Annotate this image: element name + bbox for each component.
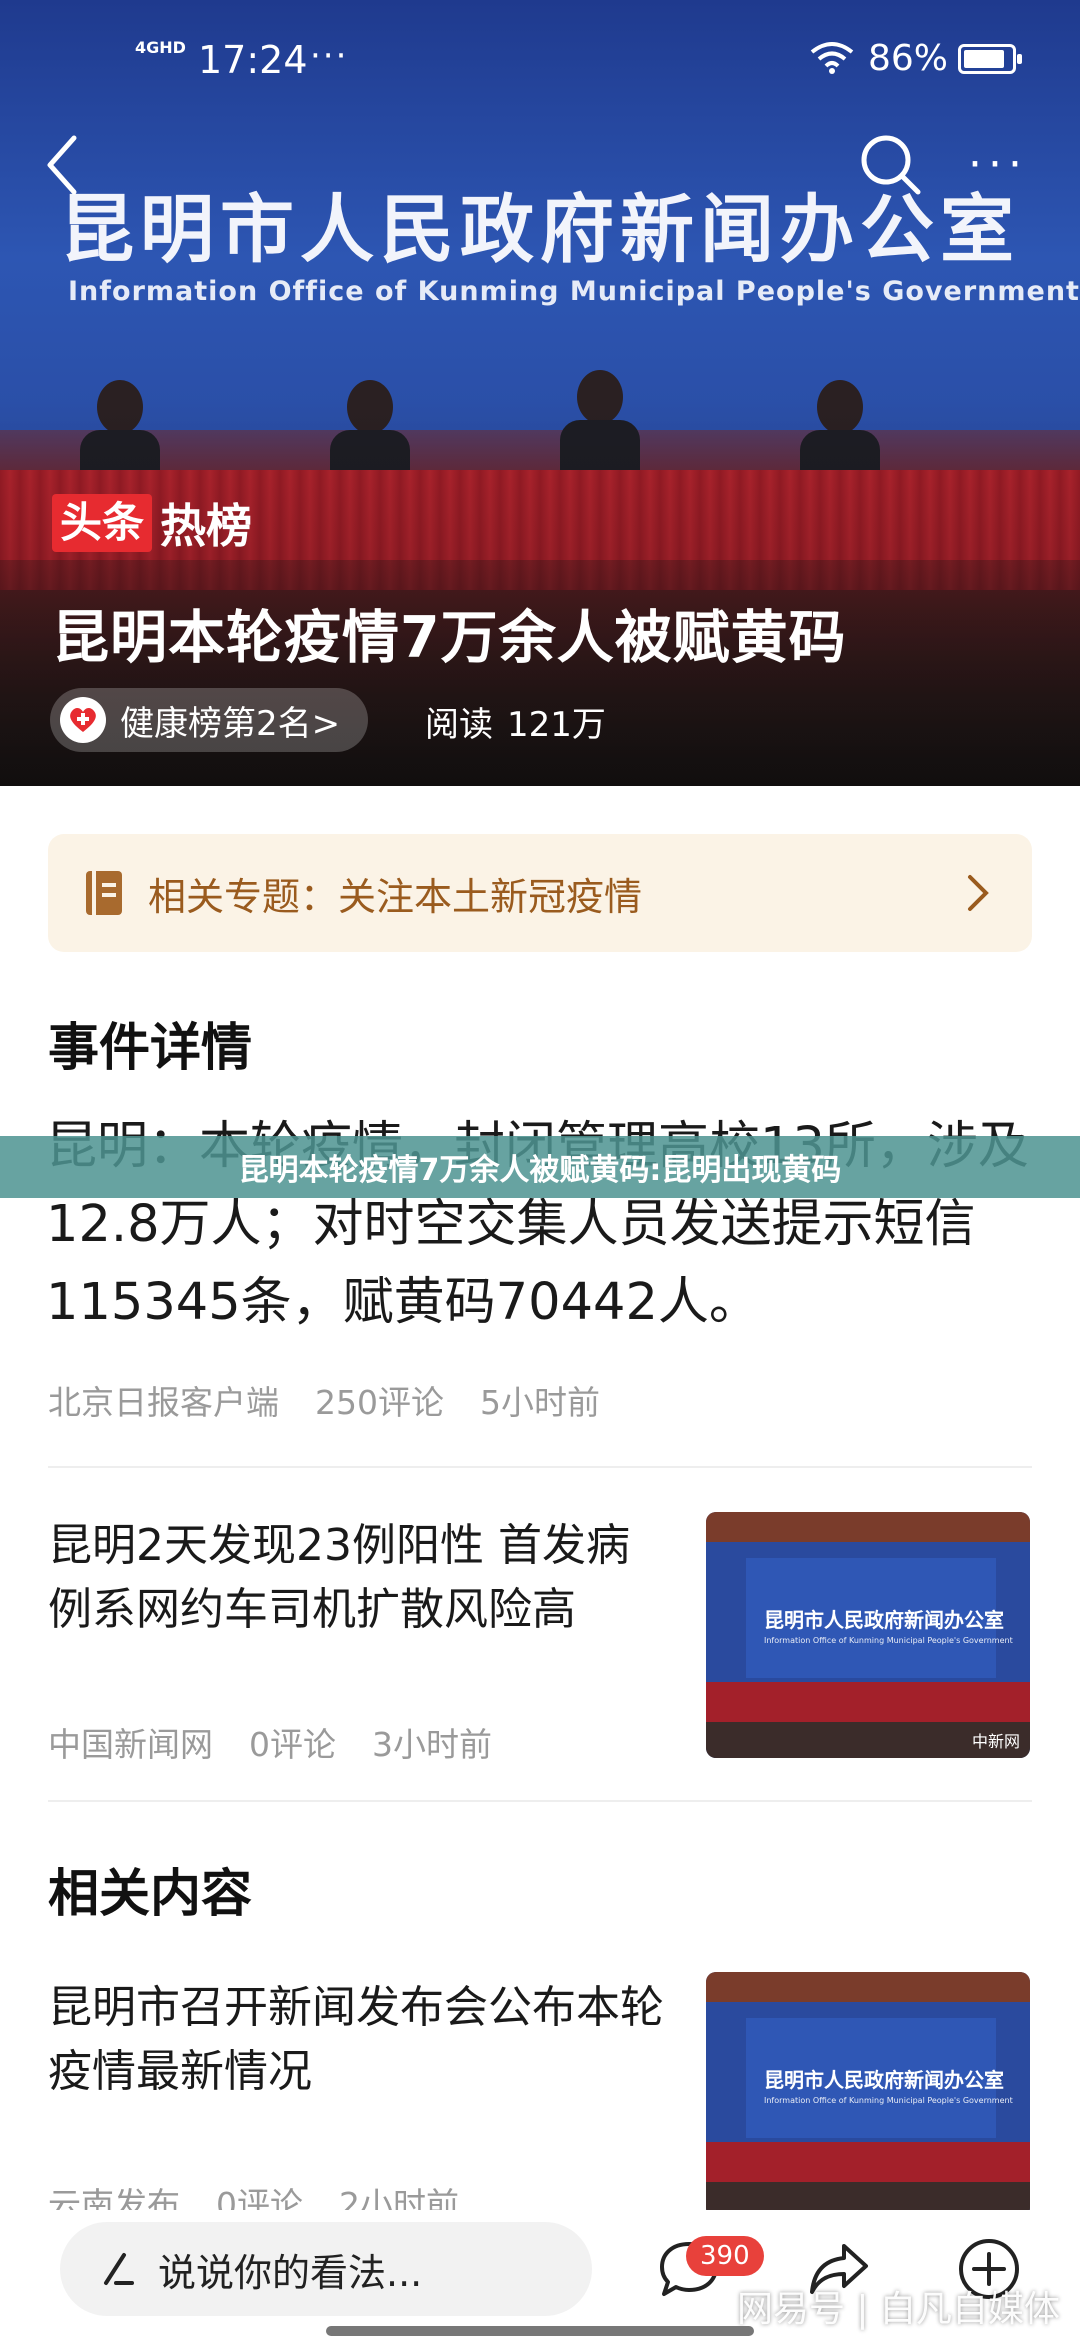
divider [48, 1466, 1032, 1468]
event-heading: 事件详情 [48, 1019, 253, 1078]
news-card-source: 中国新闻网 [48, 1725, 213, 1764]
pen-icon [104, 2253, 134, 2285]
news-card-time: 3小时前 [372, 1725, 492, 1764]
hero-banner: 昆明市人民政府新闻办公室 Information Office of Kunmi… [0, 0, 1080, 786]
related-card-title[interactable]: 昆明市召开新闻发布会公布本轮疫情最新情况 [48, 1976, 668, 2104]
topic-icon [86, 871, 122, 915]
event-source: 北京日报客户端 [48, 1383, 279, 1422]
topic-label: 相关专题：关注本土新冠疫情 [148, 874, 643, 919]
related-topic-banner[interactable]: 相关专题：关注本土新冠疫情 [48, 834, 1032, 952]
home-indicator[interactable] [326, 2326, 754, 2336]
read-label: 阅读 [425, 705, 493, 745]
read-number: 121万 [507, 705, 606, 745]
hot-label: 热榜 [160, 499, 253, 553]
rank-pill[interactable]: 健康榜第2名> [50, 688, 369, 752]
battery-icon [958, 44, 1022, 74]
news-card-comments: 0评论 [249, 1725, 336, 1764]
event-meta: 北京日报客户端 250评论 5小时前 [48, 1376, 636, 1424]
heart-icon [60, 697, 106, 743]
comment-count-badge: 390 [686, 2236, 764, 2276]
news-card-thumbnail[interactable]: 昆明市人民政府新闻办公室 Information Office of Kunmi… [706, 1512, 1030, 1758]
source-tag: 头条 [52, 494, 153, 552]
status-time: 17:24 [198, 38, 308, 82]
watermark: 网易号 | 白凡自媒体 [736, 2289, 1060, 2330]
back-icon[interactable] [38, 130, 88, 200]
chevron-right-icon [968, 875, 989, 911]
thumb-backdrop-en: Information Office of Kunming Municipal … [764, 1636, 1013, 1645]
overlay-caption-text: 昆明本轮疫情7万余人被赋黄码:昆明出现黄码 [238, 1153, 842, 1188]
status-bar: 4GHD 17:24 ··· 86% [0, 36, 1080, 86]
event-time: 5小时前 [480, 1383, 600, 1422]
news-card-meta: 中国新闻网 0评论 3小时前 [48, 1718, 528, 1766]
thumb-watermark: 中新网 [971, 1732, 1020, 1751]
rank-label: 健康榜第2名> [120, 703, 341, 744]
search-icon[interactable] [856, 130, 926, 200]
battery-percent: 86% [868, 38, 949, 79]
thumb-backdrop-en: Information Office of Kunming Municipal … [764, 2096, 1013, 2105]
more-icon[interactable]: ··· [968, 140, 1048, 190]
network-indicator: 4GHD [135, 38, 186, 57]
read-count: 阅读 121万 [425, 697, 606, 746]
related-heading: 相关内容 [48, 1865, 253, 1924]
thumb-backdrop-cn: 昆明市人民政府新闻办公室 [764, 1608, 1004, 1632]
thumb-backdrop-cn: 昆明市人民政府新闻办公室 [764, 2068, 1004, 2092]
event-comments: 250评论 [315, 1383, 444, 1422]
comment-placeholder: 说说你的看法... [158, 2250, 423, 2295]
comment-input[interactable]: 说说你的看法... [60, 2222, 592, 2316]
notification-dots: ··· [310, 36, 349, 76]
hot-list-badge[interactable]: 头条 热榜 [52, 494, 252, 553]
hero-backdrop-en: Information Office of Kunming Municipal … [68, 276, 1080, 307]
hero-title: 昆明本轮疫情7万余人被赋黄码 [52, 605, 847, 671]
overlay-caption: 昆明本轮疫情7万余人被赋黄码:昆明出现黄码 [0, 1136, 1080, 1198]
divider [48, 1800, 1032, 1802]
wifi-icon [810, 42, 854, 74]
related-card-thumbnail[interactable]: 昆明市人民政府新闻办公室 Information Office of Kunmi… [706, 1972, 1030, 2218]
news-card-title[interactable]: 昆明2天发现23例阳性 首发病例系网约车司机扩散风险高 [48, 1514, 668, 1642]
